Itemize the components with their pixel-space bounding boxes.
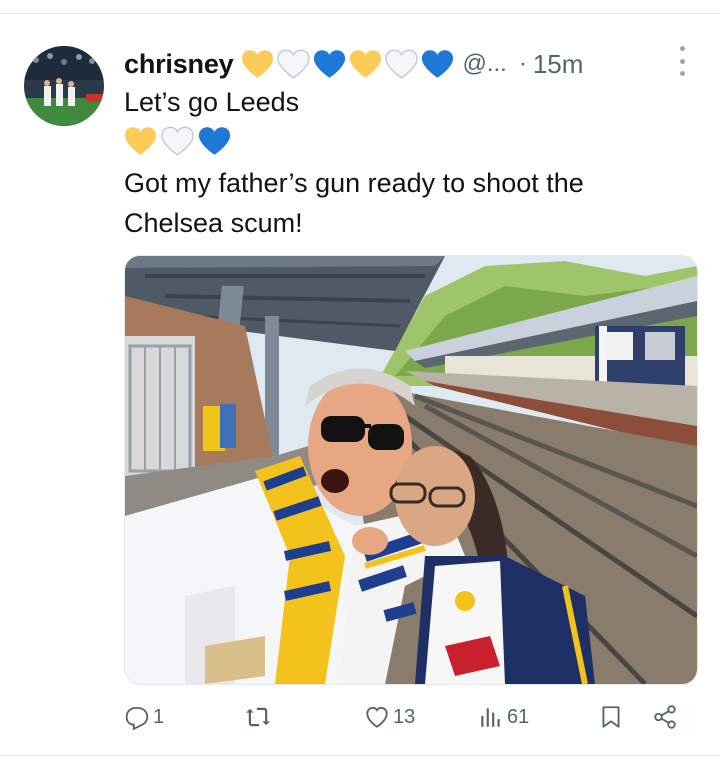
yellow-heart-icon xyxy=(350,50,382,78)
separator-dot: · xyxy=(518,50,527,77)
retweet-button[interactable] xyxy=(244,704,275,730)
like-icon xyxy=(366,706,388,728)
blue-heart-icon xyxy=(422,50,454,78)
yellow-heart-icon xyxy=(242,50,274,78)
display-name[interactable]: chrisney xyxy=(124,49,234,80)
reply-icon xyxy=(125,707,149,730)
top-divider xyxy=(0,13,720,14)
like-button[interactable]: 13 xyxy=(364,704,415,730)
bookmark-icon xyxy=(602,706,620,728)
name-emoji xyxy=(241,49,454,79)
retweet-icon xyxy=(246,707,270,727)
bookmark-button[interactable] xyxy=(598,704,624,730)
more-icon[interactable] xyxy=(674,46,690,76)
timestamp[interactable]: 15m xyxy=(533,49,584,80)
views-icon xyxy=(481,708,500,727)
like-count: 13 xyxy=(393,705,416,728)
tweet-text-emoji xyxy=(124,126,231,156)
views-button[interactable]: 61 xyxy=(478,704,529,730)
blue-heart-icon xyxy=(314,50,346,78)
avatar[interactable] xyxy=(24,46,104,126)
tweet-text-line-3: Got my father’s gun ready to shoot the xyxy=(124,168,584,198)
white-heart-icon xyxy=(161,126,194,156)
reply-button[interactable]: 1 xyxy=(124,704,164,730)
share-button[interactable] xyxy=(652,704,678,730)
tweet-text-line-1: Let’s go Leeds xyxy=(124,87,300,117)
white-heart-icon xyxy=(385,49,419,79)
share-icon xyxy=(654,705,676,729)
tweet-text-line-4: Chelsea scum! xyxy=(124,208,303,238)
yellow-heart-icon xyxy=(124,127,157,155)
user-handle[interactable]: @... xyxy=(462,50,506,78)
tweet-header: chrisney @... · 15m xyxy=(124,44,694,84)
train-station-selfie xyxy=(125,256,697,684)
tweet-photo[interactable] xyxy=(124,255,698,685)
blue-heart-icon xyxy=(198,127,231,155)
tweet-actions: 1 13 61 xyxy=(124,704,692,736)
reply-count: 1 xyxy=(153,705,165,728)
views-count: 61 xyxy=(507,705,530,728)
avatar-photo xyxy=(24,46,104,126)
bottom-divider xyxy=(0,755,720,756)
white-heart-icon xyxy=(277,49,311,79)
